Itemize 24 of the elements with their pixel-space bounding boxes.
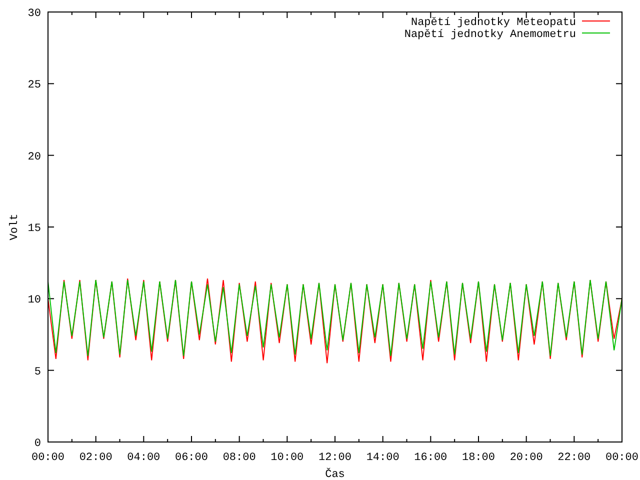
y-tick-label: 10 xyxy=(28,294,41,307)
y-tick-label: 25 xyxy=(28,80,41,92)
legend-label: Napětí jednotky Meteopatu xyxy=(410,17,576,29)
x-tick-label: 00:00 xyxy=(606,452,638,464)
y-tick-label: 30 xyxy=(28,8,41,20)
x-tick-label: 06:00 xyxy=(175,452,208,464)
y-tick-label: 20 xyxy=(28,151,41,164)
x-tick-label: 02:00 xyxy=(79,452,112,464)
x-tick-label: 12:00 xyxy=(318,452,352,464)
x-axis-label: Čas xyxy=(325,469,345,480)
y-tick-label: 15 xyxy=(28,223,41,235)
legend-label: Napětí jednotky Anemometru xyxy=(404,29,576,41)
y-tick-label: 5 xyxy=(34,366,41,378)
x-tick-label: 04:00 xyxy=(127,452,160,464)
x-tick-label: 22:00 xyxy=(558,452,591,464)
x-tick-label: 18:00 xyxy=(462,452,495,464)
x-tick-label: 16:00 xyxy=(414,452,448,464)
x-tick-label: 08:00 xyxy=(222,452,256,464)
x-tick-label: 00:00 xyxy=(32,452,64,464)
y-tick-label: 0 xyxy=(34,438,41,450)
x-tick-label: 20:00 xyxy=(510,452,543,464)
x-tick-label: 10:00 xyxy=(270,452,304,464)
y-axis-label: Volt xyxy=(9,214,21,240)
x-tick-label: 14:00 xyxy=(366,452,400,464)
